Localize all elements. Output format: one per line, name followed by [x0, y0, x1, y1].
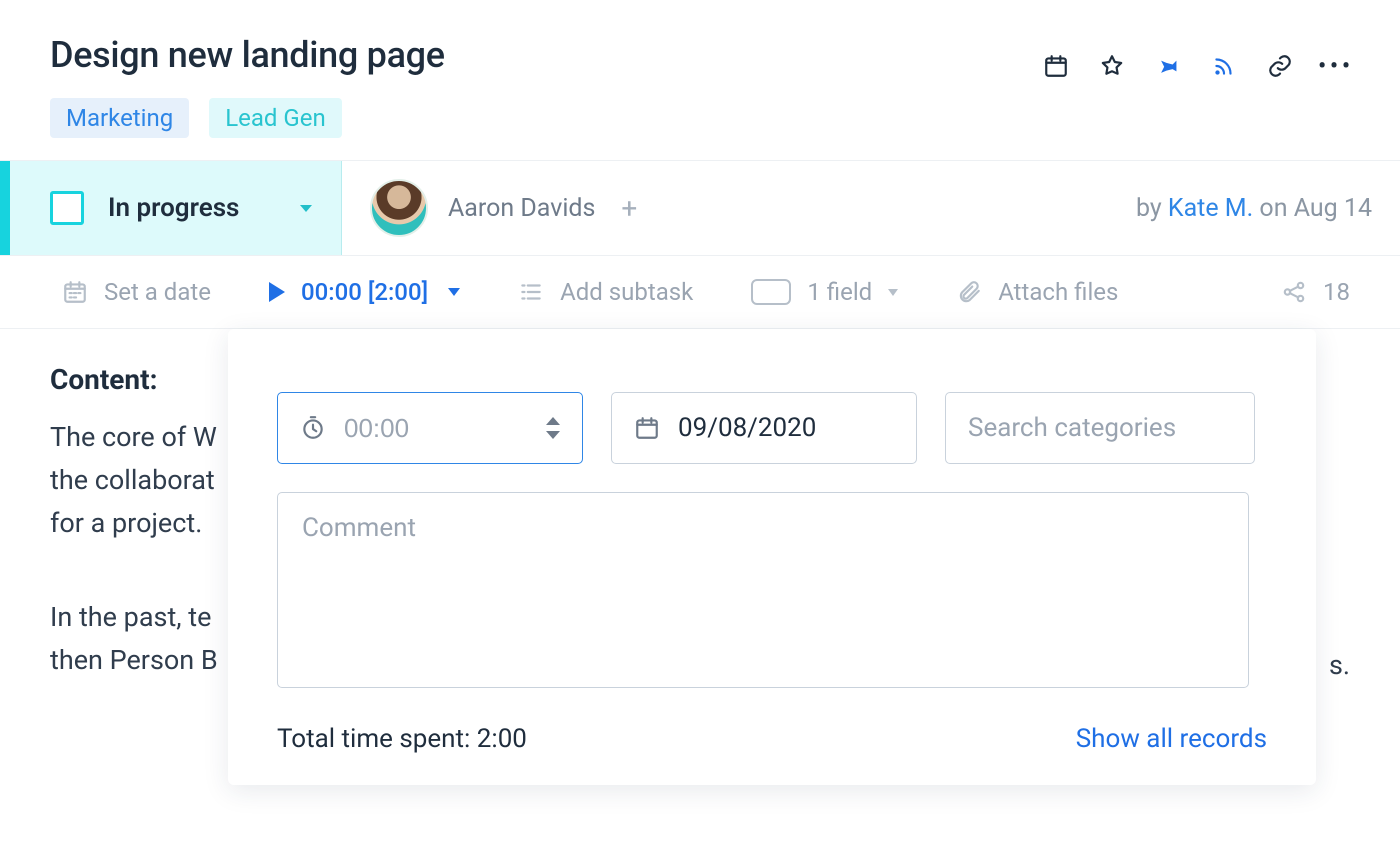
byline-prefix: by [1136, 194, 1168, 223]
set-date-label: Set a date [104, 278, 211, 306]
chevron-down-icon [888, 289, 898, 296]
more-icon[interactable]: ••• [1322, 52, 1350, 80]
status-selector[interactable]: In progress [0, 161, 342, 255]
chevron-down-icon [448, 288, 460, 296]
time-entry-popover: 09/08/2020 Search categories Comment Tot… [228, 329, 1316, 785]
share-button[interactable]: 18 [1281, 278, 1350, 306]
byline-author[interactable]: Kate M. [1168, 194, 1253, 223]
tag-marketing[interactable]: Marketing [50, 98, 189, 138]
header-actions: ••• [1042, 52, 1350, 80]
byline-suffix: on Aug 14 [1253, 194, 1372, 223]
chevron-up-icon[interactable] [546, 417, 560, 425]
truncated-text: s. [1329, 649, 1350, 681]
add-subtask-label: Add subtask [560, 278, 693, 306]
play-icon [269, 282, 285, 302]
comment-placeholder: Comment [302, 513, 416, 543]
task-title: Design new landing page [50, 34, 445, 76]
rss-icon[interactable] [1210, 52, 1238, 80]
set-date-button[interactable]: Set a date [62, 278, 211, 306]
show-all-records-link[interactable]: Show all records [1076, 724, 1267, 754]
tag-lead-gen[interactable]: Lead Gen [209, 98, 342, 138]
date-field[interactable]: 09/08/2020 [611, 392, 917, 464]
categories-field[interactable]: Search categories [945, 392, 1255, 464]
date-value: 09/08/2020 [678, 413, 816, 443]
duration-field[interactable] [277, 392, 583, 464]
status-label: In progress [108, 193, 239, 223]
duration-stepper[interactable] [546, 417, 560, 439]
assignee-name: Aaron Davids [448, 194, 595, 223]
add-subtask-button[interactable]: Add subtask [518, 278, 693, 306]
star-icon[interactable] [1098, 52, 1126, 80]
comment-input[interactable]: Comment [277, 492, 1249, 688]
categories-placeholder: Search categories [968, 413, 1176, 443]
fields-label: 1 field [807, 278, 872, 306]
custom-fields-button[interactable]: 1 field [751, 278, 898, 306]
byline: by Kate M. on Aug 14 [1136, 194, 1372, 223]
field-pill-icon [751, 279, 791, 305]
chevron-down-icon[interactable] [546, 431, 560, 439]
share-count: 18 [1323, 278, 1350, 306]
attach-label: Attach files [998, 278, 1118, 306]
timer-button[interactable]: 00:00 [2:00] [269, 278, 460, 306]
link-icon[interactable] [1266, 52, 1294, 80]
tag-row: Marketing Lead Gen [0, 80, 1400, 160]
pin-icon[interactable] [1154, 52, 1182, 80]
attach-files-button[interactable]: Attach files [956, 278, 1118, 306]
add-assignee-button[interactable]: + [615, 192, 643, 225]
total-time-label: Total time spent: 2:00 [277, 724, 527, 754]
assignee-avatar[interactable] [370, 179, 428, 237]
duration-input[interactable] [344, 413, 494, 444]
timer-label: 00:00 [2:00] [301, 278, 428, 306]
status-checkbox[interactable] [50, 191, 84, 225]
calendar-icon[interactable] [1042, 52, 1070, 80]
chevron-down-icon [299, 199, 313, 218]
